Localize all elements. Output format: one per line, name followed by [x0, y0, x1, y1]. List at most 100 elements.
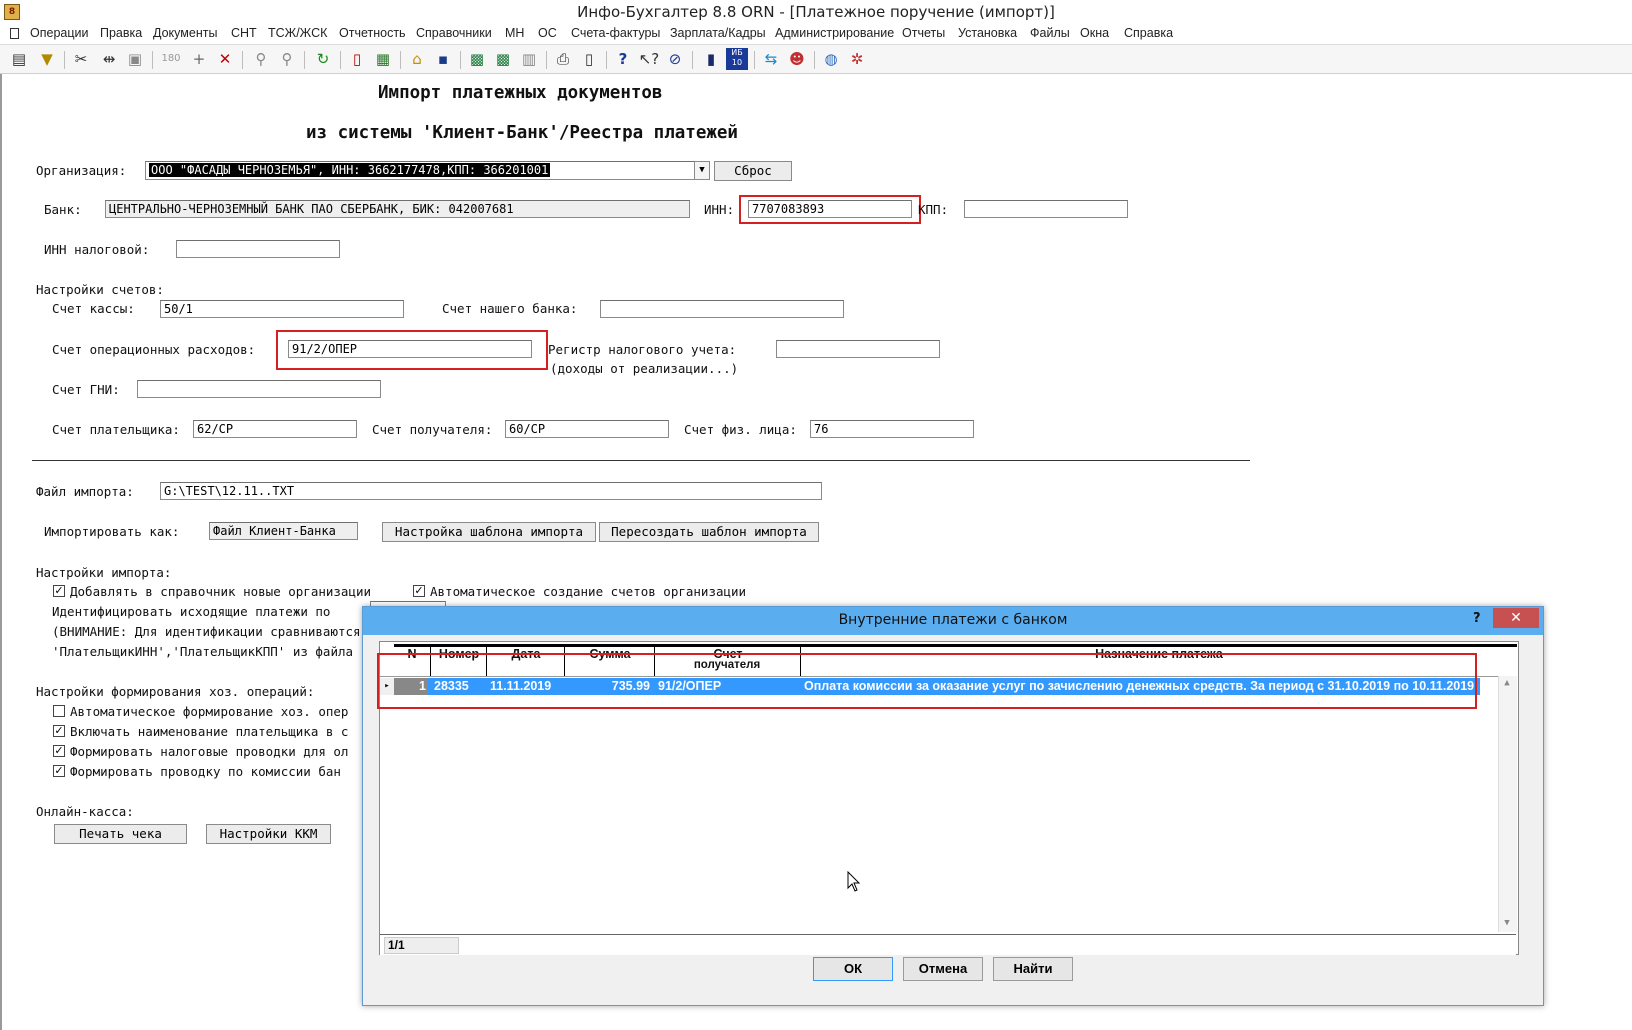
reset-button[interactable]: Сброс [714, 161, 792, 181]
phys-account-label: Счет физ. лица: [684, 422, 797, 437]
menu-reporting[interactable]: Отчетность [339, 26, 406, 40]
menu-documents[interactable]: Документы [153, 26, 217, 40]
inn-label: ИНН: [704, 202, 735, 217]
grid-footer: 1/1 [380, 934, 1516, 955]
help-icon[interactable]: ? [1473, 611, 1481, 626]
kpp-label: КПП: [918, 202, 949, 217]
context-help-icon[interactable]: ↖? [638, 48, 660, 70]
menu-help[interactable]: Справка [1124, 26, 1173, 40]
tax-entries-checkbox[interactable]: ✓ [53, 745, 65, 757]
import-as-field[interactable]: Файл Клиент-Банка [209, 522, 358, 540]
open-folder-icon[interactable]: ⌂ [406, 48, 428, 70]
ok-button[interactable]: ОК [813, 957, 893, 981]
help-icon[interactable]: ? [612, 48, 634, 70]
gni-account-field[interactable] [137, 380, 381, 398]
import-file-label: Файл импорта: [36, 484, 134, 499]
filter-icon[interactable]: ▼ [36, 48, 58, 70]
menu-setup[interactable]: Установка [958, 26, 1017, 40]
toolbar-separator [304, 51, 305, 69]
dialog-title: Внутренние платежи с банком [838, 612, 1068, 628]
chevron-down-icon[interactable]: ▼ [1500, 918, 1514, 928]
operations-settings-title: Настройки формирования хоз. операций: [36, 684, 315, 699]
pin2-icon[interactable]: ⚲ [276, 48, 298, 70]
list-icon[interactable]: ▤ [8, 48, 30, 70]
include-payer-checkbox[interactable]: ✓ [53, 725, 65, 737]
print-receipt-button[interactable]: Печать чека [54, 824, 187, 844]
archive-icon[interactable]: ▥ [518, 48, 540, 70]
cut-icon[interactable]: ✂ [70, 48, 92, 70]
fields-text: 'ПлательщикИНН','ПлательщикКПП' из файла [52, 644, 354, 659]
ib10-icon[interactable]: ИБ 10 [726, 48, 748, 70]
window-title: Инфо-Бухгалтер 8.8 ORN - [Платежное пору… [577, 3, 1055, 21]
payer-account-label: Счет плательщика: [52, 422, 180, 437]
vertical-scrollbar[interactable] [1498, 676, 1517, 932]
close-icon[interactable]: ✕ [1493, 608, 1539, 628]
document-small-icon[interactable] [10, 28, 19, 39]
toolbar-separator [400, 51, 401, 69]
tax-inn-label: ИНН налоговой: [44, 242, 150, 257]
auto-ops-checkbox[interactable] [53, 705, 65, 717]
menu-files[interactable]: Файлы [1030, 26, 1070, 40]
book-icon[interactable]: ▮ [700, 48, 722, 70]
globe-icon[interactable]: ◍ [820, 48, 842, 70]
user-icon[interactable]: ☻ [786, 48, 808, 70]
kkm-settings-button[interactable]: Настройки ККМ [206, 824, 331, 844]
menu-admin[interactable]: Администрирование [775, 26, 894, 40]
bank-label: Банк: [44, 202, 82, 217]
paste-icon[interactable]: ▣ [124, 48, 146, 70]
tax-inn-field[interactable] [176, 240, 340, 258]
toolbar-separator [546, 51, 547, 69]
org-select[interactable]: ООО "ФАСАДЫ ЧЕРНОЗЕМЬЯ", ИНН: 3662177478… [145, 161, 696, 180]
dialog-title-bar[interactable]: Внутренние платежи с банком ? ✕ [363, 607, 1543, 635]
toolbar-separator [692, 51, 693, 69]
menu-salary[interactable]: Зарплата/Кадры [670, 26, 766, 40]
refresh-icon[interactable]: ↻ [312, 48, 334, 70]
excel2-icon[interactable]: ▩ [492, 48, 514, 70]
teamviewer-icon[interactable]: ⇆ [760, 48, 782, 70]
bank-field[interactable]: ЦЕНТРАЛЬНО-ЧЕРНОЗЕМНЫЙ БАНК ПАО СБЕРБАНК… [105, 200, 690, 218]
template-settings-button[interactable]: Настройка шаблона импорта [382, 522, 596, 542]
menu-windows[interactable]: Окна [1080, 26, 1109, 40]
menu-reports[interactable]: Отчеты [902, 26, 945, 40]
excel-icon[interactable]: ▩ [466, 48, 488, 70]
menu-os[interactable]: ОС [538, 26, 557, 40]
compass-icon[interactable]: ⊘ [664, 48, 686, 70]
cash-account-field[interactable]: 50/1 [160, 300, 404, 318]
phys-account-field[interactable]: 76 [810, 420, 974, 438]
commission-checkbox[interactable]: ✓ [53, 765, 65, 777]
menu-operations[interactable]: Операции [30, 26, 88, 40]
recreate-template-button[interactable]: Пересоздать шаблон импорта [599, 522, 819, 542]
pdf-icon[interactable]: ▯ [346, 48, 368, 70]
save-icon[interactable]: ▪ [432, 48, 454, 70]
recipient-account-field[interactable]: 60/СР [505, 420, 669, 438]
menu-tszh[interactable]: ТСЖ/ЖСК [268, 26, 327, 40]
plus-icon[interactable]: + [188, 48, 210, 70]
delete-icon[interactable]: ✕ [214, 48, 236, 70]
calculator-icon[interactable]: ▦ [372, 48, 394, 70]
cash-account-label: Счет кассы: [52, 301, 135, 316]
rotate-icon[interactable]: 180 [160, 48, 182, 70]
kpp-field[interactable] [964, 200, 1128, 218]
chevron-down-icon[interactable]: ▼ [694, 161, 710, 180]
payer-account-field[interactable]: 62/СР [193, 420, 357, 438]
menu-references[interactable]: Справочники [416, 26, 492, 40]
cancel-button[interactable]: Отмена [903, 957, 983, 981]
network-icon[interactable]: ✲ [846, 48, 868, 70]
our-bank-account-field[interactable] [600, 300, 844, 318]
auto-accounts-checkbox[interactable]: ✓ [413, 585, 425, 597]
toolbar-separator [64, 51, 65, 69]
add-orgs-checkbox[interactable]: ✓ [53, 585, 65, 597]
import-file-field[interactable]: G:\TEST\12.11..TXT [160, 482, 822, 500]
menu-mn[interactable]: МН [505, 26, 524, 40]
menu-invoices[interactable]: Счета-фактуры [571, 26, 660, 40]
menu-edit[interactable]: Правка [100, 26, 142, 40]
print-icon[interactable]: ⎙ [552, 48, 574, 70]
menu-snt[interactable]: СНТ [231, 26, 257, 40]
find-button[interactable]: Найти [993, 957, 1073, 981]
chevron-up-icon[interactable]: ▲ [1500, 678, 1514, 688]
page-icon[interactable]: ▯ [578, 48, 600, 70]
pin-icon[interactable]: ⚲ [250, 48, 272, 70]
tax-register-field[interactable] [776, 340, 940, 358]
split-icon[interactable]: ⇹ [98, 48, 120, 70]
auto-ops-label: Автоматическое формирование хоз. опер [70, 704, 349, 719]
